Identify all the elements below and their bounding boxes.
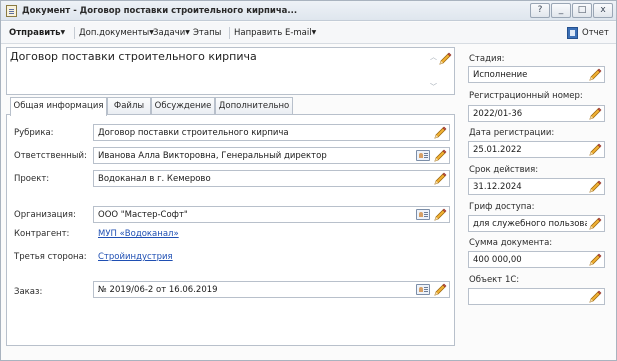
organization-field[interactable]: ООО "Мастер-Софт" bbox=[93, 206, 450, 223]
pencil-icon[interactable] bbox=[438, 52, 452, 66]
pencil-icon[interactable] bbox=[588, 217, 602, 231]
email-label: Направить E-mail bbox=[234, 28, 312, 38]
stage-field[interactable]: Исполнение bbox=[468, 66, 605, 83]
counterparty-label: Контрагент: bbox=[14, 229, 70, 239]
minimize-button[interactable]: _ bbox=[551, 3, 571, 18]
report-icon[interactable] bbox=[567, 27, 578, 39]
pencil-icon[interactable] bbox=[433, 283, 447, 297]
toolbar: Отправить▼ Доп.документы▼ Задачи▼ Этапы … bbox=[1, 22, 616, 44]
organization-value: ООО "Мастер-Софт" bbox=[98, 210, 188, 220]
third-party-link[interactable]: Стройиндустрия bbox=[98, 252, 173, 262]
chevron-down-icon: ▼ bbox=[60, 29, 66, 36]
regnum-value: 2022/01-36 bbox=[473, 109, 523, 119]
rubric-value: Договор поставки строительного кирпича bbox=[98, 128, 289, 138]
chevron-down-icon: ▼ bbox=[311, 29, 317, 36]
window-title: Документ - Договор поставки строительног… bbox=[22, 6, 298, 16]
general-panel: Рубрика: Договор поставки строительного … bbox=[6, 114, 455, 346]
responsible-label: Ответственный: bbox=[14, 151, 87, 161]
regdate-value: 25.01.2022 bbox=[473, 145, 522, 155]
access-value: для служебного пользовани bbox=[473, 219, 587, 229]
tab-general[interactable]: Общая информация bbox=[10, 97, 107, 116]
send-menu[interactable]: Отправить▼ bbox=[9, 28, 65, 38]
access-field[interactable]: для служебного пользовани bbox=[468, 215, 605, 232]
responsible-field[interactable]: Иванова Алла Викторовна, Генеральный дир… bbox=[93, 147, 450, 164]
sum-label: Сумма документа: bbox=[469, 238, 553, 248]
project-field[interactable]: Водоканал в г. Кемерово bbox=[93, 170, 450, 187]
pencil-icon[interactable] bbox=[588, 143, 602, 157]
rubric-label: Рубрика: bbox=[14, 128, 54, 138]
pencil-icon[interactable] bbox=[588, 290, 602, 304]
tasks-label: Задачи bbox=[153, 28, 186, 38]
stage-label: Стадия: bbox=[469, 54, 505, 64]
obj1c-field[interactable] bbox=[468, 288, 605, 305]
scroll-down-icon[interactable]: ﹀ bbox=[430, 82, 437, 92]
organization-label: Организация: bbox=[14, 210, 76, 220]
term-label: Срок действия: bbox=[469, 165, 539, 175]
pencil-icon[interactable] bbox=[433, 149, 447, 163]
help-button[interactable]: ? bbox=[530, 3, 550, 18]
responsible-value: Иванова Алла Викторовна, Генеральный дир… bbox=[98, 151, 327, 161]
pencil-icon[interactable] bbox=[433, 126, 447, 140]
counterparty-link[interactable]: МУП «Водоканал» bbox=[98, 229, 179, 239]
document-title: Договор поставки строительного кирпича bbox=[10, 50, 257, 63]
pencil-icon[interactable] bbox=[433, 172, 447, 186]
scroll-up-icon[interactable]: ︿ bbox=[430, 52, 437, 62]
report-button[interactable]: Отчет bbox=[582, 28, 609, 38]
toolbar-separator bbox=[74, 27, 75, 39]
project-value: Водоканал в г. Кемерово bbox=[98, 174, 211, 184]
pencil-icon[interactable] bbox=[588, 68, 602, 82]
regdate-label: Дата регистрации: bbox=[469, 128, 555, 138]
tab-additional[interactable]: Дополнительно bbox=[215, 97, 293, 115]
tab-files[interactable]: Файлы bbox=[107, 97, 151, 115]
regdate-field[interactable]: 25.01.2022 bbox=[468, 141, 605, 158]
title-bar: Документ - Договор поставки строительног… bbox=[1, 1, 616, 21]
tab-discussion[interactable]: Обсуждение bbox=[151, 97, 215, 115]
chevron-down-icon: ▼ bbox=[185, 29, 190, 36]
obj1c-label: Объект 1С: bbox=[469, 275, 520, 285]
toolbar-separator bbox=[229, 27, 230, 39]
stages-button[interactable]: Этапы bbox=[193, 28, 221, 38]
project-label: Проект: bbox=[14, 174, 50, 184]
term-value: 31.12.2024 bbox=[473, 182, 522, 192]
tasks-menu[interactable]: Задачи▼ bbox=[153, 28, 190, 38]
pencil-icon[interactable] bbox=[588, 253, 602, 267]
maximize-button[interactable]: □ bbox=[572, 3, 592, 18]
contact-card-icon[interactable] bbox=[416, 150, 430, 161]
pencil-icon[interactable] bbox=[588, 180, 602, 194]
third-party-label: Третья сторона: bbox=[14, 252, 87, 262]
pencil-icon[interactable] bbox=[588, 107, 602, 121]
term-field[interactable]: 31.12.2024 bbox=[468, 178, 605, 195]
send-label: Отправить bbox=[9, 28, 61, 38]
rubric-field[interactable]: Договор поставки строительного кирпича bbox=[93, 124, 450, 141]
extra-docs-label: Доп.документы bbox=[79, 28, 150, 38]
stages-label: Этапы bbox=[193, 28, 222, 38]
order-value: № 2019/06-2 от 16.06.2019 bbox=[98, 285, 218, 295]
order-label: Заказ: bbox=[14, 287, 43, 297]
access-label: Гриф доступа: bbox=[469, 202, 535, 212]
contact-card-icon[interactable] bbox=[416, 284, 430, 295]
document-title-box[interactable]: Договор поставки строительного кирпича ︿… bbox=[6, 47, 455, 95]
pencil-icon[interactable] bbox=[433, 208, 447, 222]
regnum-field[interactable]: 2022/01-36 bbox=[468, 105, 605, 122]
document-window: Документ - Договор поставки строительног… bbox=[0, 0, 617, 361]
order-field[interactable]: № 2019/06-2 от 16.06.2019 bbox=[93, 281, 450, 298]
close-button[interactable]: x bbox=[593, 3, 613, 18]
stage-value: Исполнение bbox=[473, 70, 528, 80]
document-icon bbox=[6, 5, 17, 17]
contact-card-icon[interactable] bbox=[416, 209, 430, 220]
sum-value: 400 000,00 bbox=[473, 255, 522, 265]
window-controls: ? _ □ x bbox=[530, 3, 613, 18]
email-menu[interactable]: Направить E-mail▼ bbox=[234, 28, 316, 38]
extra-docs-menu[interactable]: Доп.документы▼ bbox=[79, 28, 154, 38]
sum-field[interactable]: 400 000,00 bbox=[468, 251, 605, 268]
regnum-label: Регистрационный номер: bbox=[469, 91, 583, 101]
